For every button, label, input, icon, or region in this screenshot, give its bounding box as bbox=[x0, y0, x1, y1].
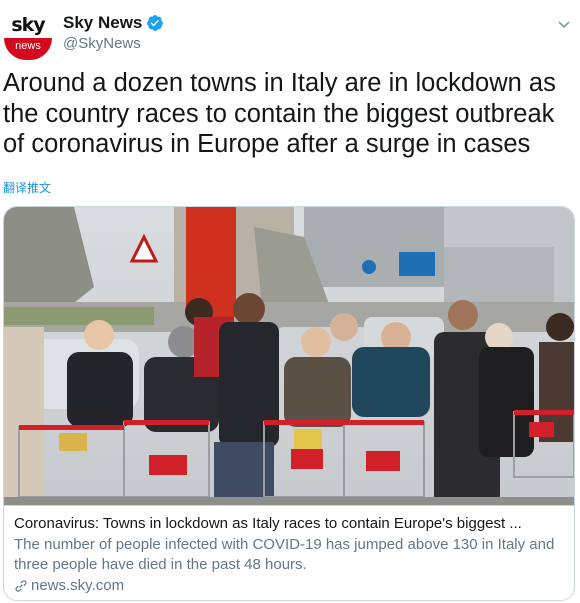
translate-tweet-link[interactable]: 翻译推文 bbox=[3, 179, 51, 196]
avatar-logo-sky: sky bbox=[11, 14, 45, 36]
link-card[interactable]: Coronavirus: Towns in lockdown as Italy … bbox=[3, 206, 575, 601]
display-name[interactable]: Sky News bbox=[63, 13, 164, 33]
card-domain-text[interactable]: news.sky.com bbox=[31, 576, 124, 596]
avatar-logo-news: news bbox=[4, 38, 52, 60]
tweet: sky news Sky News @SkyNews Around a doze… bbox=[0, 0, 580, 603]
verified-badge-icon bbox=[147, 15, 164, 31]
card-description: The number of people infected with COVID… bbox=[14, 536, 555, 573]
avatar[interactable]: sky news bbox=[3, 12, 53, 62]
card-title[interactable]: Coronavirus: Towns in lockdown as Italy … bbox=[14, 514, 564, 534]
card-image[interactable] bbox=[4, 207, 574, 505]
card-domain[interactable]: news.sky.com bbox=[14, 576, 564, 596]
chevron-down-icon[interactable] bbox=[556, 16, 572, 32]
tweet-text: Around a dozen towns in Italy are in loc… bbox=[3, 69, 556, 158]
card-body[interactable]: Coronavirus: Towns in lockdown as Italy … bbox=[4, 505, 574, 600]
display-name-text[interactable]: Sky News bbox=[63, 13, 142, 33]
link-icon bbox=[15, 580, 27, 592]
account-handle[interactable]: @SkyNews bbox=[63, 35, 141, 52]
